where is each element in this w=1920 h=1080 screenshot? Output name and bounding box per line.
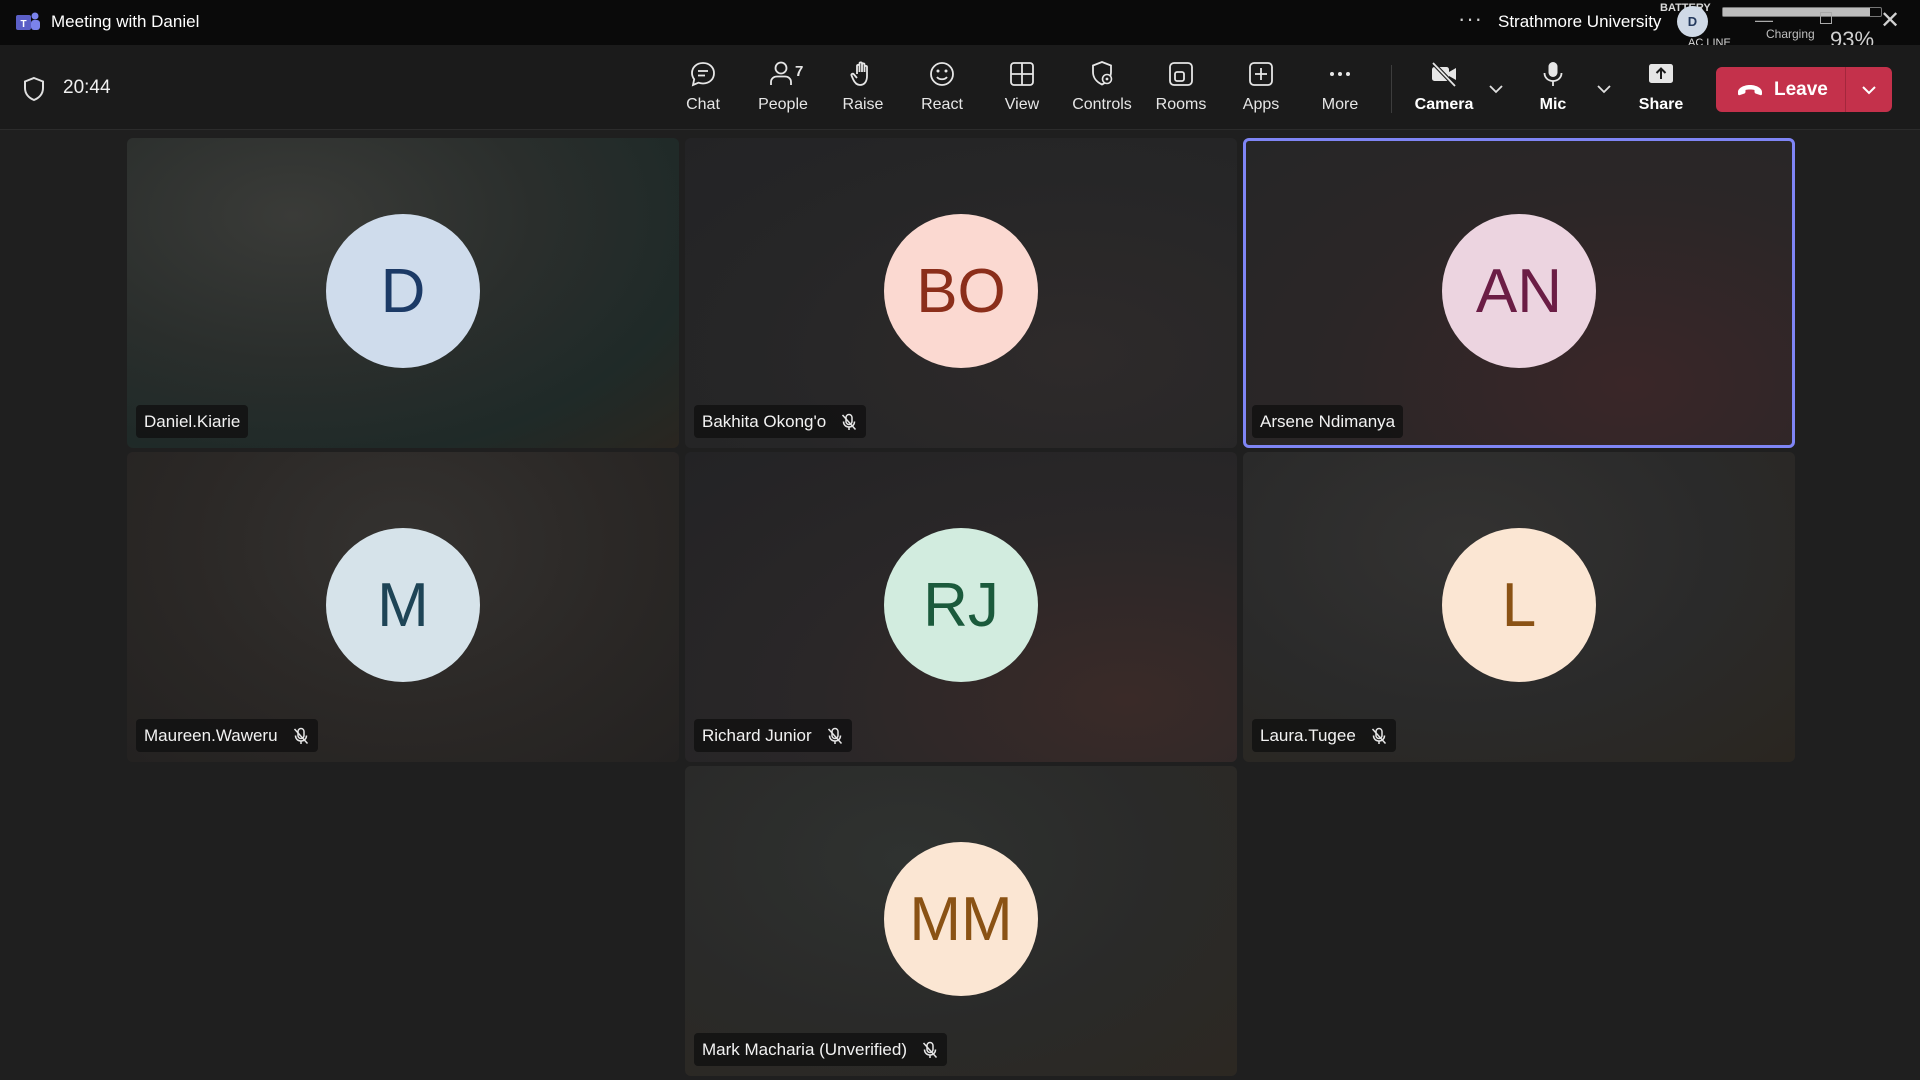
participant-name-tag: Richard Junior: [694, 719, 852, 752]
leave-main-button[interactable]: Leave: [1716, 67, 1846, 112]
teams-logo-icon: T: [16, 12, 40, 30]
view-label: View: [1004, 96, 1040, 113]
participant-name-tag: Arsene Ndimanya: [1252, 405, 1404, 438]
microphone-icon: [1543, 62, 1563, 86]
participant-name: Mark Macharia (Unverified): [702, 1039, 907, 1059]
camera-label: Camera: [1414, 96, 1474, 113]
toolbar-divider: [1391, 65, 1392, 113]
more-button[interactable]: More: [1304, 59, 1376, 119]
org-name[interactable]: Strathmore University: [1498, 12, 1661, 32]
charging-label: Charging: [1766, 27, 1815, 41]
react-label: React: [921, 96, 963, 113]
participant-name: Richard Junior: [702, 725, 812, 745]
mic-muted-icon: [921, 1041, 939, 1059]
participant-tile[interactable]: AN Arsene Ndimanya: [1243, 138, 1795, 448]
participant-name: Daniel.Kiarie: [144, 411, 241, 431]
people-label: People: [758, 96, 808, 113]
camera-options-chevron-icon[interactable]: [1486, 79, 1506, 99]
participant-tile[interactable]: M Maureen.Waweru: [127, 452, 679, 762]
participant-name: Arsene Ndimanya: [1260, 411, 1396, 431]
participant-avatar: D: [326, 214, 480, 368]
more-dots-icon: [1330, 72, 1350, 76]
participant-tile[interactable]: BO Bakhita Okong'o: [685, 138, 1237, 448]
hang-up-icon: [1738, 84, 1762, 95]
raise-hand-button[interactable]: Raise: [827, 59, 899, 119]
mic-muted-icon: [292, 727, 310, 745]
mic-options-chevron-icon[interactable]: [1594, 79, 1614, 99]
rooms-button[interactable]: Rooms: [1145, 59, 1217, 119]
svg-text:T: T: [20, 19, 26, 30]
people-count: 7: [795, 63, 804, 80]
mic-label: Mic: [1539, 96, 1567, 113]
meeting-toolbar: 20:44 Chat 7 People Raise React View Con…: [0, 45, 1920, 130]
participant-avatar: RJ: [884, 528, 1038, 682]
share-button[interactable]: Share: [1625, 59, 1697, 119]
participant-tile[interactable]: D Daniel.Kiarie: [127, 138, 679, 448]
meeting-title: Meeting with Daniel: [51, 12, 200, 31]
controls-label: Controls: [1072, 96, 1132, 113]
view-button[interactable]: View: [986, 59, 1058, 119]
more-label: More: [1321, 96, 1359, 113]
participant-name-tag: Bakhita Okong'o: [694, 405, 867, 438]
participant-avatar: BO: [884, 214, 1038, 368]
shield-settings-icon: [1092, 61, 1113, 86]
participant-tile[interactable]: RJ Richard Junior: [685, 452, 1237, 762]
camera-button[interactable]: Camera: [1408, 59, 1480, 119]
share-icon: [1649, 64, 1673, 83]
participant-name: Maureen.Waweru: [144, 725, 278, 745]
battery-level-bar: [1722, 7, 1882, 17]
participant-avatar: L: [1442, 528, 1596, 682]
controls-button[interactable]: Controls: [1066, 59, 1138, 119]
add-app-icon: [1249, 62, 1273, 86]
raise-label: Raise: [842, 96, 884, 113]
chat-button[interactable]: Chat: [667, 59, 739, 119]
participant-avatar: MM: [884, 842, 1038, 996]
maximize-icon[interactable]: [1820, 12, 1832, 24]
meeting-timer: 20:44: [63, 77, 111, 98]
apps-button[interactable]: Apps: [1225, 59, 1297, 119]
participant-avatar: M: [326, 528, 480, 682]
participant-name-tag: Mark Macharia (Unverified): [694, 1033, 947, 1066]
close-window-icon[interactable]: ✕: [1880, 6, 1900, 35]
participant-name-tag: Maureen.Waweru: [136, 719, 318, 752]
apps-label: Apps: [1242, 96, 1280, 113]
rooms-icon: [1169, 62, 1193, 86]
leave-chevron-icon: [1862, 85, 1876, 94]
react-button[interactable]: React: [906, 59, 978, 119]
chat-label: Chat: [686, 96, 720, 113]
leave-options-button[interactable]: [1846, 80, 1892, 100]
participant-name: Bakhita Okong'o: [702, 411, 827, 431]
title-more-icon[interactable]: ···: [1458, 6, 1483, 32]
account-avatar[interactable]: D: [1677, 6, 1708, 37]
leave-label: Leave: [1774, 78, 1828, 100]
participant-tile[interactable]: L Laura.Tugee: [1243, 452, 1795, 762]
camera-off-icon: [1431, 61, 1457, 88]
leave-button[interactable]: Leave: [1716, 67, 1892, 112]
emoji-icon: [930, 62, 954, 86]
raise-hand-icon: [850, 61, 868, 86]
participant-name-tag: Daniel.Kiarie: [136, 405, 249, 438]
mic-muted-icon: [1370, 727, 1388, 745]
participant-name-tag: Laura.Tugee: [1252, 719, 1396, 752]
mic-muted-icon: [840, 413, 858, 431]
share-label: Share: [1638, 96, 1684, 113]
people-icon: [770, 61, 792, 85]
participant-name: Laura.Tugee: [1260, 725, 1356, 745]
participant-avatar: AN: [1442, 214, 1596, 368]
mic-muted-icon: [826, 727, 844, 745]
title-bar: T Meeting with Daniel ··· Strathmore Uni…: [0, 0, 1920, 52]
mic-button[interactable]: Mic: [1517, 59, 1589, 119]
grid-view-icon: [1010, 62, 1034, 86]
shield-icon: [24, 76, 44, 102]
people-button[interactable]: 7 People: [747, 59, 819, 119]
chat-icon: [691, 62, 715, 87]
rooms-label: Rooms: [1155, 96, 1207, 113]
participant-tile[interactable]: MM Mark Macharia (Unverified): [685, 766, 1237, 1076]
